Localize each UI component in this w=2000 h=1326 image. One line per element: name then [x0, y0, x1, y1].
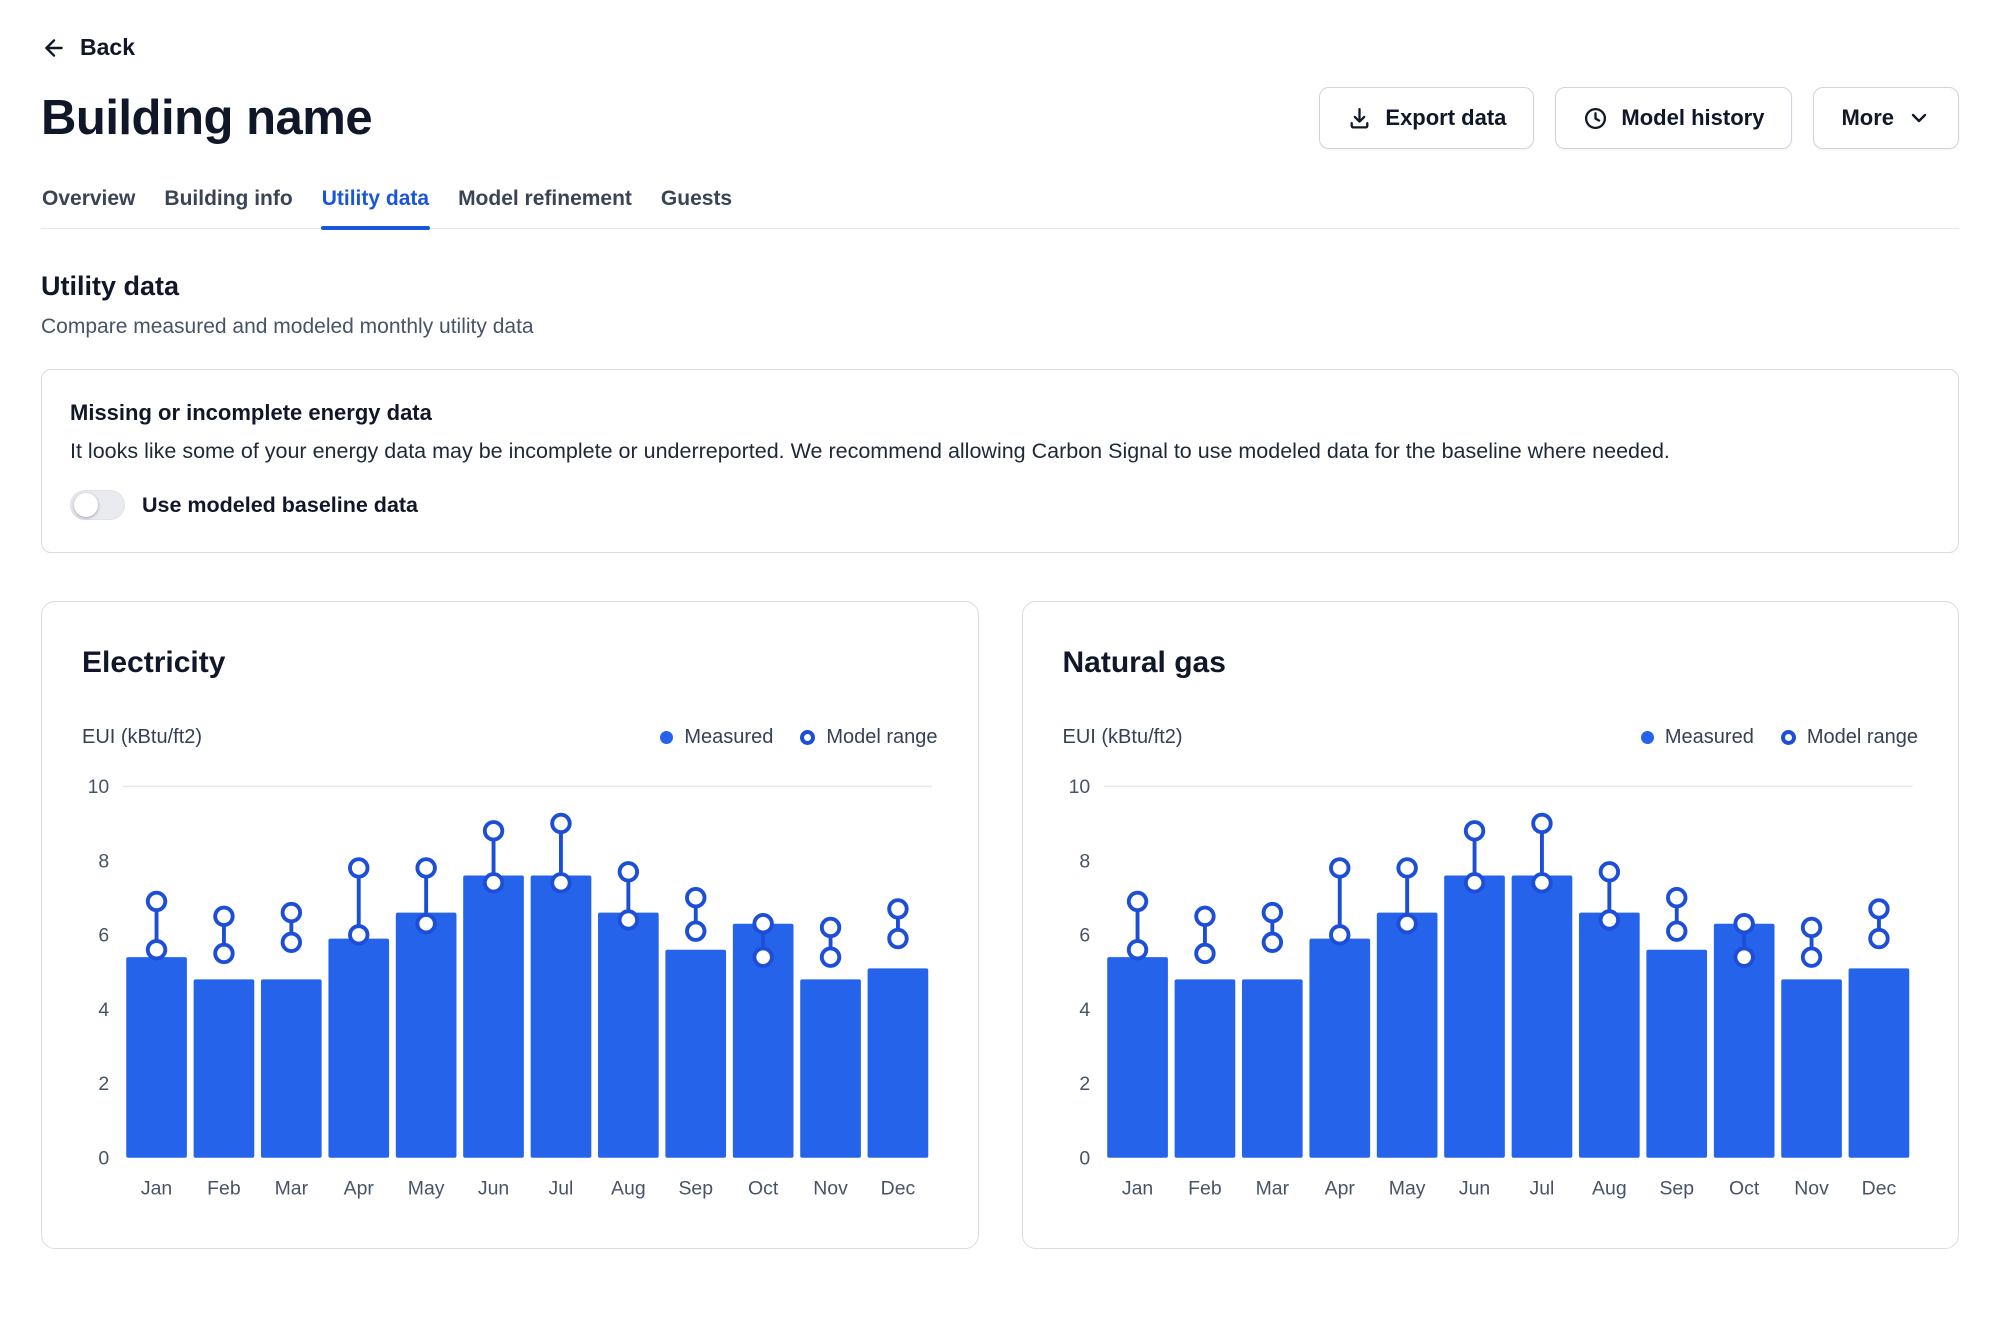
natural-gas-y-axis-label: EUI (kBtu/ft2): [1063, 726, 1183, 749]
more-label: More: [1841, 105, 1894, 131]
arrow-left-icon: [41, 35, 67, 61]
svg-text:Jul: Jul: [549, 1178, 574, 1200]
svg-text:2: 2: [98, 1073, 109, 1095]
legend-measured-label: Measured: [1665, 726, 1754, 749]
svg-text:6: 6: [1079, 925, 1090, 947]
svg-text:4: 4: [1079, 999, 1090, 1021]
svg-text:Feb: Feb: [1188, 1178, 1222, 1200]
legend-model-range: Model range: [800, 726, 937, 749]
tab-guests[interactable]: Guests: [660, 187, 733, 228]
svg-text:Dec: Dec: [881, 1178, 916, 1200]
page-title: Building name: [41, 90, 372, 146]
svg-text:Oct: Oct: [748, 1178, 779, 1200]
svg-text:6: 6: [98, 925, 109, 947]
legend-measured: Measured: [660, 726, 773, 749]
svg-text:Oct: Oct: [1729, 1178, 1760, 1200]
svg-text:Sep: Sep: [1659, 1178, 1694, 1200]
tab-model-refinement[interactable]: Model refinement: [457, 187, 633, 228]
electricity-y-axis-label: EUI (kBtu/ft2): [82, 726, 202, 749]
natural-gas-chart: 0 2 4 6 8 10 Jan Feb Mar Apr May Jun Jul Aug Sep Oct Nov…: [1063, 763, 1919, 1202]
svg-text:Mar: Mar: [1255, 1178, 1289, 1200]
clock-icon: [1583, 106, 1608, 131]
svg-text:8: 8: [1079, 850, 1090, 872]
tab-overview[interactable]: Overview: [41, 187, 136, 228]
model-history-label: Model history: [1621, 105, 1764, 131]
legend-measured-label: Measured: [684, 726, 773, 749]
page: Back Building name Export data Model h: [0, 0, 2000, 1249]
legend-measured: Measured: [1641, 726, 1754, 749]
toggle-label: Use modeled baseline data: [142, 493, 418, 518]
svg-text:Sep: Sep: [678, 1178, 713, 1200]
svg-text:2: 2: [1079, 1073, 1090, 1095]
model-range-ring-icon: [800, 730, 815, 745]
use-modeled-baseline-toggle[interactable]: [70, 490, 125, 520]
svg-text:Jun: Jun: [478, 1178, 509, 1200]
more-button[interactable]: More: [1813, 87, 1959, 149]
alert-title: Missing or incomplete energy data: [70, 400, 1930, 426]
measured-dot-icon: [1641, 731, 1654, 744]
natural-gas-legend: Measured Model range: [1641, 726, 1918, 749]
electricity-chart-meta: EUI (kBtu/ft2) Measured Model range: [82, 726, 938, 749]
chevron-down-icon: [1907, 106, 1931, 130]
svg-text:Aug: Aug: [1592, 1178, 1627, 1200]
svg-text:Jan: Jan: [1121, 1178, 1152, 1200]
svg-text:Dec: Dec: [1861, 1178, 1896, 1200]
back-label: Back: [80, 34, 135, 61]
toggle-knob: [74, 493, 98, 517]
download-icon: [1347, 106, 1372, 131]
svg-text:Feb: Feb: [207, 1178, 241, 1200]
svg-text:8: 8: [98, 850, 109, 872]
svg-text:4: 4: [98, 999, 109, 1021]
alert-body: It looks like some of your energy data m…: [70, 439, 1930, 464]
electricity-legend: Measured Model range: [660, 726, 937, 749]
svg-text:Apr: Apr: [344, 1178, 375, 1200]
svg-text:Nov: Nov: [813, 1178, 848, 1200]
svg-text:Jul: Jul: [1529, 1178, 1554, 1200]
legend-model-range-label: Model range: [826, 726, 937, 749]
model-range-ring-icon: [1781, 730, 1796, 745]
tab-building-info[interactable]: Building info: [163, 187, 293, 228]
svg-text:Jun: Jun: [1458, 1178, 1489, 1200]
svg-text:10: 10: [1068, 776, 1090, 798]
svg-text:Jan: Jan: [141, 1178, 172, 1200]
tab-utility-data[interactable]: Utility data: [321, 187, 430, 228]
svg-text:0: 0: [98, 1147, 109, 1169]
back-button[interactable]: Back: [41, 34, 135, 61]
svg-text:0: 0: [1079, 1147, 1090, 1169]
section-subtitle: Compare measured and modeled monthly uti…: [41, 315, 1959, 339]
svg-text:May: May: [1388, 1178, 1425, 1200]
charts-row: Electricity EUI (kBtu/ft2) Measured Mode…: [41, 601, 1959, 1249]
legend-model-range-label: Model range: [1807, 726, 1918, 749]
tab-bar: Overview Building info Utility data Mode…: [41, 187, 1959, 229]
svg-text:Mar: Mar: [275, 1178, 309, 1200]
svg-text:10: 10: [88, 776, 110, 798]
electricity-card: Electricity EUI (kBtu/ft2) Measured Mode…: [41, 601, 979, 1249]
natural-gas-chart-title: Natural gas: [1063, 646, 1919, 680]
svg-text:Apr: Apr: [1324, 1178, 1355, 1200]
header-actions: Export data Model history More: [1319, 87, 1959, 149]
electricity-chart: 0 2 4 6 8 10 Jan Feb Mar Apr May Jun Jul Aug Sep Oct Nov…: [82, 763, 938, 1202]
electricity-chart-title: Electricity: [82, 646, 938, 680]
natural-gas-chart-meta: EUI (kBtu/ft2) Measured Model range: [1063, 726, 1919, 749]
svg-text:May: May: [408, 1178, 445, 1200]
svg-text:Nov: Nov: [1794, 1178, 1829, 1200]
export-data-button[interactable]: Export data: [1319, 87, 1534, 149]
export-data-label: Export data: [1385, 105, 1506, 131]
legend-model-range: Model range: [1781, 726, 1918, 749]
svg-text:Aug: Aug: [611, 1178, 646, 1200]
measured-dot-icon: [660, 731, 673, 744]
title-row: Building name Export data Model history: [41, 87, 1959, 149]
model-history-button[interactable]: Model history: [1555, 87, 1792, 149]
natural-gas-card: Natural gas EUI (kBtu/ft2) Measured Mode…: [1022, 601, 1960, 1249]
section-title: Utility data: [41, 271, 1959, 302]
missing-data-alert: Missing or incomplete energy data It loo…: [41, 369, 1959, 553]
toggle-row: Use modeled baseline data: [70, 490, 1930, 520]
